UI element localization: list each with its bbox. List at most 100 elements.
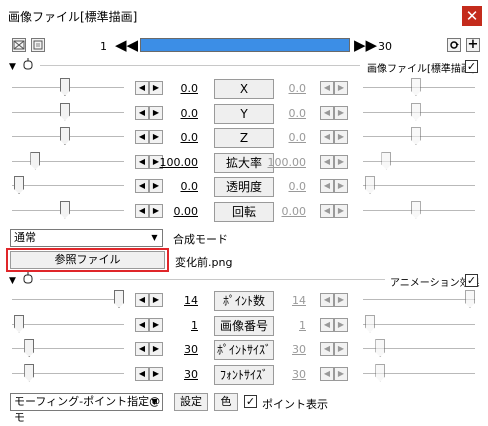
effect-select-value: モーフィング-ポイント指定@モ: [14, 395, 161, 424]
right-slider-thumb[interactable]: [375, 339, 386, 357]
right-slider-thumb[interactable]: [465, 290, 475, 308]
right-slider-thumb[interactable]: [375, 363, 386, 382]
left-slider-track[interactable]: [12, 323, 124, 326]
left-slider-thumb[interactable]: [59, 200, 70, 219]
param-value-end: 0.0: [288, 180, 307, 193]
increment-button: ▶: [334, 81, 348, 95]
right-slider-thumb[interactable]: [365, 314, 376, 333]
param-value[interactable]: 30: [156, 368, 198, 381]
param-value-end: 0.00: [281, 204, 307, 218]
decrement-button: ◀: [320, 203, 334, 218]
param-value-end: 30: [292, 343, 306, 356]
left-slider-thumb[interactable]: [14, 314, 25, 333]
left-slider-thumb[interactable]: [14, 176, 25, 194]
right-slider-thumb[interactable]: [365, 176, 376, 194]
left-slider-track[interactable]: [12, 160, 124, 163]
refresh-icon[interactable]: [447, 38, 461, 52]
settings-button[interactable]: 設定: [174, 393, 208, 411]
increment-button: ▶: [334, 317, 348, 332]
section2-checkbox[interactable]: ✓: [465, 274, 478, 287]
decrement-button[interactable]: ◀: [135, 81, 149, 95]
right-slider-thumb[interactable]: [381, 151, 392, 170]
left-slider-thumb[interactable]: [24, 339, 35, 357]
left-slider-thumb[interactable]: [59, 127, 70, 145]
blend-mode-label: 合成モード: [173, 233, 228, 246]
param-value[interactable]: 0.0: [156, 131, 199, 144]
decrement-button[interactable]: ◀: [135, 179, 149, 193]
param-value-end: 0.0: [288, 131, 307, 144]
decrement-button[interactable]: ◀: [135, 130, 149, 144]
param-value-end: 30: [292, 367, 306, 381]
decrement-button: ◀: [320, 317, 334, 332]
left-slider-thumb[interactable]: [59, 102, 70, 121]
right-slider-track[interactable]: [363, 299, 475, 301]
decrement-button[interactable]: ◀: [135, 317, 149, 332]
left-slider-track[interactable]: [12, 185, 124, 187]
param-value[interactable]: 100.00: [156, 156, 199, 169]
param-value-end: 100.00: [267, 155, 307, 169]
increment-button: ▶: [334, 203, 348, 218]
chevron-down-icon: ▼: [151, 397, 158, 406]
decrement-button: ◀: [320, 342, 334, 356]
triangle-down-icon[interactable]: ▼: [9, 276, 16, 286]
decrement-button: ◀: [320, 154, 334, 169]
decrement-button: ◀: [320, 366, 334, 381]
param-value[interactable]: 0.0: [156, 107, 199, 120]
double-right-arrow-icon[interactable]: ▶▶: [354, 38, 377, 53]
decrement-button[interactable]: ◀: [135, 342, 149, 356]
decrement-button[interactable]: ◀: [135, 293, 149, 307]
right-slider-track[interactable]: [363, 185, 475, 187]
decrement-button[interactable]: ◀: [135, 203, 149, 218]
param-value[interactable]: 0.0: [156, 82, 199, 95]
blend-mode-value: 通常: [14, 231, 36, 244]
film-strip-icon[interactable]: [12, 38, 26, 52]
plus-icon[interactable]: +: [466, 38, 480, 52]
right-slider-thumb[interactable]: [410, 78, 421, 96]
double-left-arrow-icon[interactable]: ◀◀: [115, 38, 138, 53]
reference-file-button[interactable]: 参照ファイル: [10, 251, 165, 269]
right-slider-track[interactable]: [363, 160, 475, 163]
frame-slider[interactable]: [140, 38, 350, 52]
right-slider-thumb[interactable]: [410, 102, 421, 121]
chevron-down-icon: ▼: [151, 233, 158, 242]
param-value[interactable]: 0.00: [156, 205, 199, 218]
triangle-down-icon[interactable]: ▼: [9, 62, 16, 72]
left-slider-thumb[interactable]: [114, 290, 124, 308]
increment-button: ▶: [334, 130, 348, 144]
left-slider-thumb[interactable]: [24, 363, 35, 382]
right-slider-thumb[interactable]: [410, 200, 421, 219]
right-slider-track[interactable]: [363, 323, 475, 326]
param-value-end: 0.0: [288, 106, 307, 120]
param-value[interactable]: 1: [156, 319, 198, 332]
section-divider: [40, 65, 360, 66]
left-slider-thumb[interactable]: [59, 78, 70, 96]
decrement-button[interactable]: ◀: [135, 366, 149, 381]
decrement-button: ◀: [320, 105, 334, 120]
color-button[interactable]: 色: [214, 393, 238, 411]
increment-button: ▶: [334, 154, 348, 169]
param-value-end: 14: [292, 294, 306, 307]
section1-checkbox[interactable]: ✓: [465, 60, 478, 73]
decrement-button[interactable]: ◀: [135, 105, 149, 120]
param-value[interactable]: 30: [156, 343, 198, 356]
blend-mode-select[interactable]: 通常 ▼: [10, 229, 163, 247]
point-display-checkbox[interactable]: ✓: [244, 395, 257, 408]
frame-start: 1: [100, 40, 107, 53]
param-value[interactable]: 14: [156, 294, 198, 307]
window-title: 画像ファイル[標準描画]: [8, 10, 138, 24]
reference-filename: 変化前.png: [175, 256, 233, 269]
frame-box-icon[interactable]: [31, 38, 45, 52]
left-slider-thumb[interactable]: [30, 151, 41, 170]
param-value[interactable]: 0.0: [156, 180, 199, 193]
effect-select[interactable]: モーフィング-ポイント指定@モ ▼: [10, 393, 163, 424]
increment-button: ▶: [334, 105, 348, 120]
section-divider: [40, 279, 385, 280]
left-slider-track[interactable]: [12, 299, 124, 301]
decrement-button[interactable]: ◀: [135, 154, 149, 169]
right-slider-thumb[interactable]: [410, 127, 421, 145]
camera-icon: [23, 272, 33, 284]
param-value-end: 0.0: [288, 82, 307, 95]
increment-button: ▶: [334, 293, 348, 307]
close-button[interactable]: ✕: [462, 6, 482, 26]
param-value-end: 1: [299, 318, 306, 332]
